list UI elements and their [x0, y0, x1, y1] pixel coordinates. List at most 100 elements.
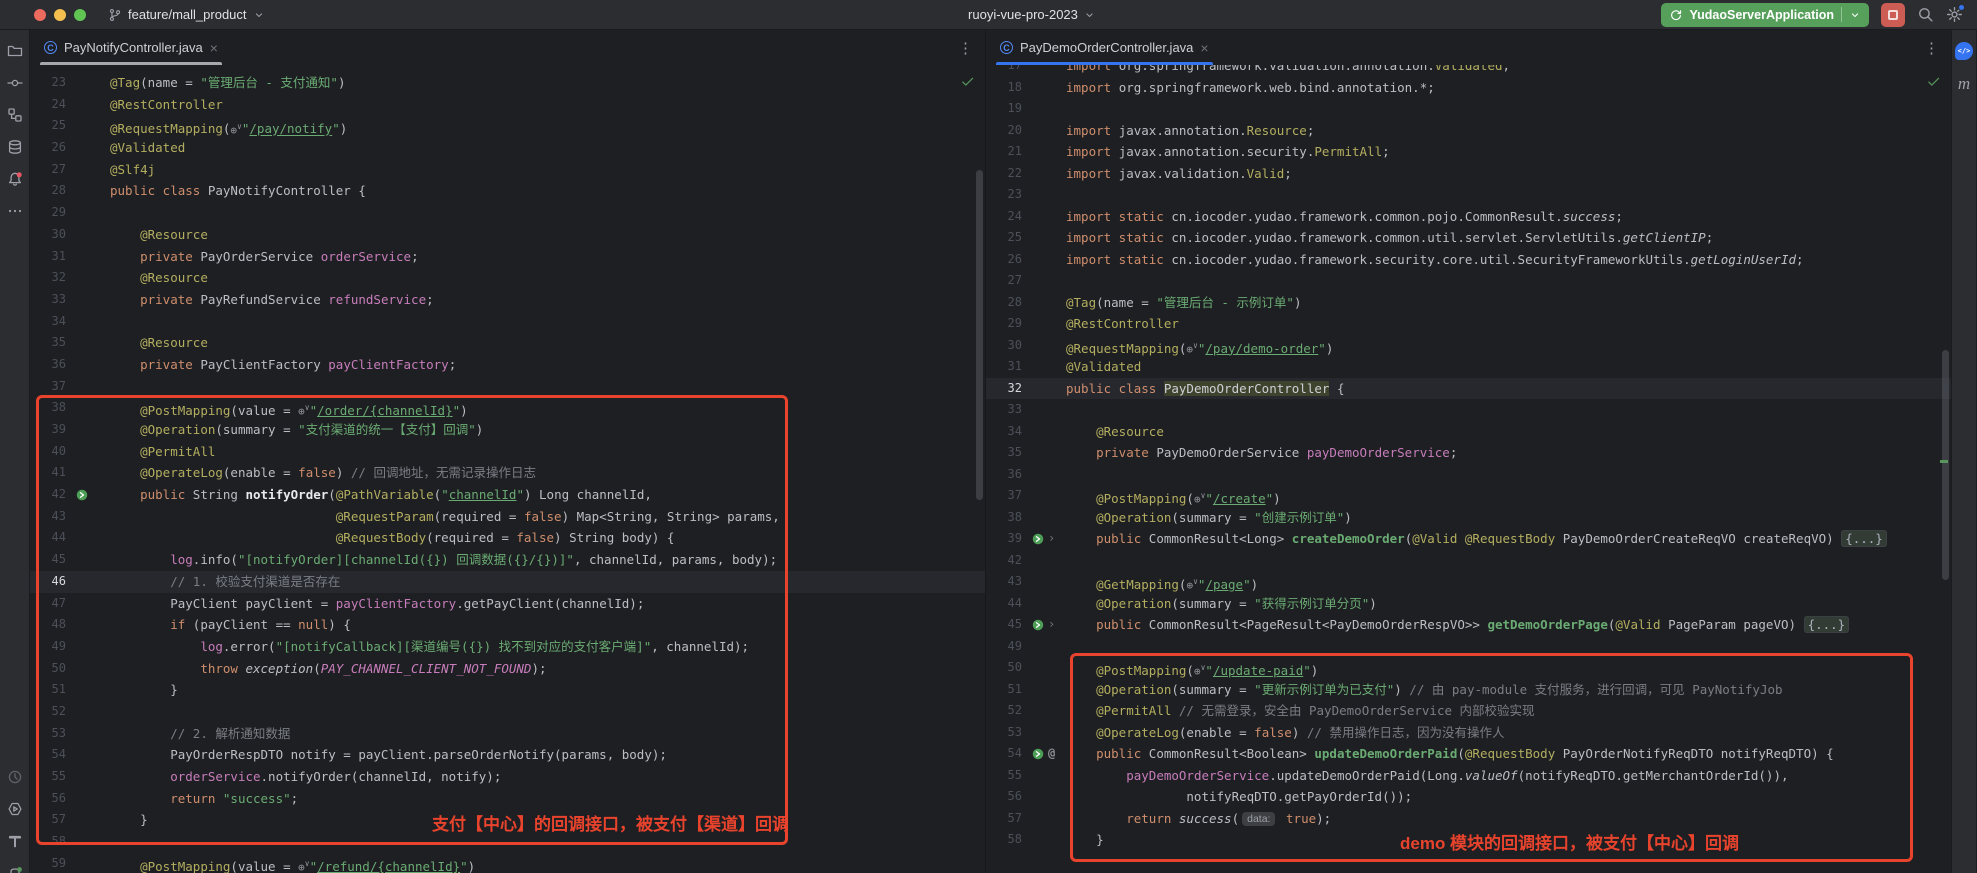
code-line[interactable]: 18import org.springframework.web.bind.an… — [986, 77, 1951, 99]
code-line[interactable]: 45› public CommonResult<PageResult<PayDe… — [986, 614, 1951, 636]
code-line[interactable]: 30 @Resource — [30, 224, 985, 246]
stop-button[interactable] — [1881, 3, 1905, 27]
code-line[interactable]: 33 private PayRefundService refundServic… — [30, 289, 985, 311]
database-icon[interactable] — [6, 138, 24, 156]
code-line[interactable]: 44 @Operation(summary = "获得示例订单分页") — [986, 593, 1951, 615]
code-line[interactable]: 52 — [30, 701, 985, 723]
tab-options-kebab-icon[interactable]: ⋮ — [958, 39, 985, 57]
code-line[interactable]: 44 @RequestBody(required = false) String… — [30, 527, 985, 549]
code-line[interactable]: 24@RestController — [30, 94, 985, 116]
code-line[interactable]: 27 — [986, 270, 1951, 292]
code-line[interactable]: 49 log.error("[notifyCallback][渠道编号({}) … — [30, 636, 985, 658]
code-line[interactable]: 31 private PayOrderService orderService; — [30, 246, 985, 268]
code-line[interactable]: 36 private PayClientFactory payClientFac… — [30, 354, 985, 376]
scrollbar-thumb[interactable] — [1942, 350, 1949, 580]
code-line[interactable]: 23 — [986, 184, 1951, 206]
code-line[interactable]: 32public class PayDemoOrderController { — [986, 378, 1951, 400]
project-folder-icon[interactable] — [6, 42, 24, 60]
code-line[interactable]: 22import javax.validation.Valid; — [986, 163, 1951, 185]
code-line[interactable]: 58 } — [986, 829, 1951, 851]
code-line[interactable]: 23@Tag(name = "管理后台 - 支付通知") — [30, 72, 985, 94]
code-line[interactable]: 37 @PostMapping(⊕∨"/create") — [986, 485, 1951, 507]
code-line[interactable]: 55 orderService.notifyOrder(channelId, n… — [30, 766, 985, 788]
api-endpoint-gutter-icon[interactable] — [76, 489, 88, 501]
search-everywhere-button[interactable] — [1917, 6, 1934, 23]
window-close-button[interactable] — [34, 9, 46, 21]
code-line[interactable]: 26@Validated — [30, 137, 985, 159]
override-at-icon[interactable]: @ — [1048, 743, 1055, 765]
code-line[interactable]: 47 PayClient payClient = payClientFactor… — [30, 593, 985, 615]
scrollbar-thumb[interactable] — [976, 170, 983, 500]
code-line[interactable]: 34 @Resource — [986, 421, 1951, 443]
code-line[interactable]: 34 — [30, 311, 985, 333]
profiler-clock-icon[interactable] — [6, 768, 24, 786]
code-line[interactable]: 26import static cn.iocoder.yudao.framewo… — [986, 249, 1951, 271]
code-line[interactable]: 28@Tag(name = "管理后台 - 示例订单") — [986, 292, 1951, 314]
close-icon[interactable]: × — [210, 41, 218, 55]
code-line[interactable]: 32 @Resource — [30, 267, 985, 289]
fold-arrow-icon[interactable]: › — [1048, 614, 1055, 636]
code-line[interactable]: 31@Validated — [986, 356, 1951, 378]
code-line[interactable]: 53 @OperateLog(enable = false) // 禁用操作日志… — [986, 722, 1951, 744]
project-widget[interactable]: ruoyi-vue-pro-2023 — [968, 7, 1096, 22]
code-line[interactable]: 35 private PayDemoOrderService payDemoOr… — [986, 442, 1951, 464]
code-line[interactable]: 50 throw exception(PAY_CHANNEL_CLIENT_NO… — [30, 658, 985, 680]
code-line[interactable]: 17import org.springframework.validation.… — [986, 65, 1951, 77]
code-line[interactable]: 28public class PayNotifyController { — [30, 180, 985, 202]
code-line[interactable]: 33 — [986, 399, 1951, 421]
api-endpoint-gutter-icon[interactable] — [1032, 619, 1044, 631]
code-line[interactable]: 46 // 1. 校验支付渠道是否存在 — [30, 571, 985, 593]
api-endpoint-gutter-icon[interactable] — [1032, 748, 1044, 760]
code-line[interactable]: 51 @Operation(summary = "更新示例订单为已支付") //… — [986, 679, 1951, 701]
more-ellipsis-icon[interactable] — [6, 202, 24, 220]
code-editor-right[interactable]: 17import org.springframework.validation.… — [986, 65, 1951, 873]
code-line[interactable]: 25@RequestMapping(⊕∨"/pay/notify") — [30, 115, 985, 137]
code-line[interactable]: 38 @PostMapping(value = ⊕∨"/order/{chann… — [30, 397, 985, 419]
code-line[interactable]: 51 } — [30, 679, 985, 701]
maven-tool-window-icon[interactable]: m — [1958, 74, 1970, 94]
tab-options-kebab-icon[interactable]: ⋮ — [1924, 39, 1951, 57]
code-line[interactable]: 54@ public CommonResult<Boolean> updateD… — [986, 743, 1951, 765]
code-line[interactable]: 42 — [986, 550, 1951, 572]
fold-arrow-icon[interactable]: › — [1048, 528, 1055, 550]
code-line[interactable]: 25import static cn.iocoder.yudao.framewo… — [986, 227, 1951, 249]
code-line[interactable]: 54 PayOrderRespDTO notify = payClient.pa… — [30, 744, 985, 766]
notifications-bell-icon[interactable] — [6, 170, 24, 188]
code-line[interactable]: 27@Slf4j — [30, 159, 985, 181]
code-line[interactable]: 20import javax.annotation.Resource; — [986, 120, 1951, 142]
code-line[interactable]: 21import javax.annotation.security.Permi… — [986, 141, 1951, 163]
tab-pay-notify-controller[interactable]: C PayNotifyController.java × — [30, 30, 232, 65]
run-configuration-widget[interactable]: YudaoServerApplication — [1661, 3, 1869, 27]
code-line[interactable]: 48 if (payClient == null) { — [30, 614, 985, 636]
code-line[interactable]: 36 — [986, 464, 1951, 486]
build-hammer-icon[interactable] — [6, 832, 24, 850]
code-line[interactable]: 29@RestController — [986, 313, 1951, 335]
structure-icon[interactable] — [6, 106, 24, 124]
code-line[interactable]: 43 @RequestParam(required = false) Map<S… — [30, 506, 985, 528]
code-line[interactable]: 30@RequestMapping(⊕∨"/pay/demo-order") — [986, 335, 1951, 357]
code-line[interactable]: 42 public String notifyOrder(@PathVariab… — [30, 484, 985, 506]
code-line[interactable]: 59 @PostMapping(value = ⊕∨"/refund/{chan… — [30, 853, 985, 873]
code-line[interactable]: 57 return success(data: true); — [986, 808, 1951, 830]
code-chat-icon[interactable]: </> — [1955, 42, 1973, 60]
inspections-ok-icon[interactable] — [960, 74, 975, 89]
code-line[interactable]: 45 log.info("[notifyOrder][channelId({})… — [30, 549, 985, 571]
code-editor-left[interactable]: 23@Tag(name = "管理后台 - 支付通知")24@RestContr… — [30, 65, 985, 873]
code-line[interactable]: 24import static cn.iocoder.yudao.framewo… — [986, 206, 1951, 228]
code-line[interactable]: 39 @Operation(summary = "支付渠道的统一【支付】回调") — [30, 419, 985, 441]
code-line[interactable]: 37 — [30, 376, 985, 398]
code-line[interactable]: 53 // 2. 解析通知数据 — [30, 723, 985, 745]
code-line[interactable]: 56 notifyReqDTO.getPayOrderId()); — [986, 786, 1951, 808]
code-line[interactable]: 39› public CommonResult<Long> createDemo… — [986, 528, 1951, 550]
git-branch-widget[interactable]: feature/mall_product — [108, 7, 265, 22]
services-play-icon[interactable] — [6, 800, 24, 818]
inspections-ok-icon[interactable] — [1926, 74, 1941, 89]
close-icon[interactable]: × — [1200, 41, 1208, 55]
window-minimize-button[interactable] — [54, 9, 66, 21]
bookmarks-partial-icon[interactable] — [6, 864, 24, 873]
code-line[interactable]: 19 — [986, 98, 1951, 120]
api-endpoint-gutter-icon[interactable] — [1032, 533, 1044, 545]
code-line[interactable]: 43 @GetMapping(⊕∨"/page") — [986, 571, 1951, 593]
code-line[interactable]: 50 @PostMapping(⊕∨"/update-paid") — [986, 657, 1951, 679]
window-maximize-button[interactable] — [74, 9, 86, 21]
